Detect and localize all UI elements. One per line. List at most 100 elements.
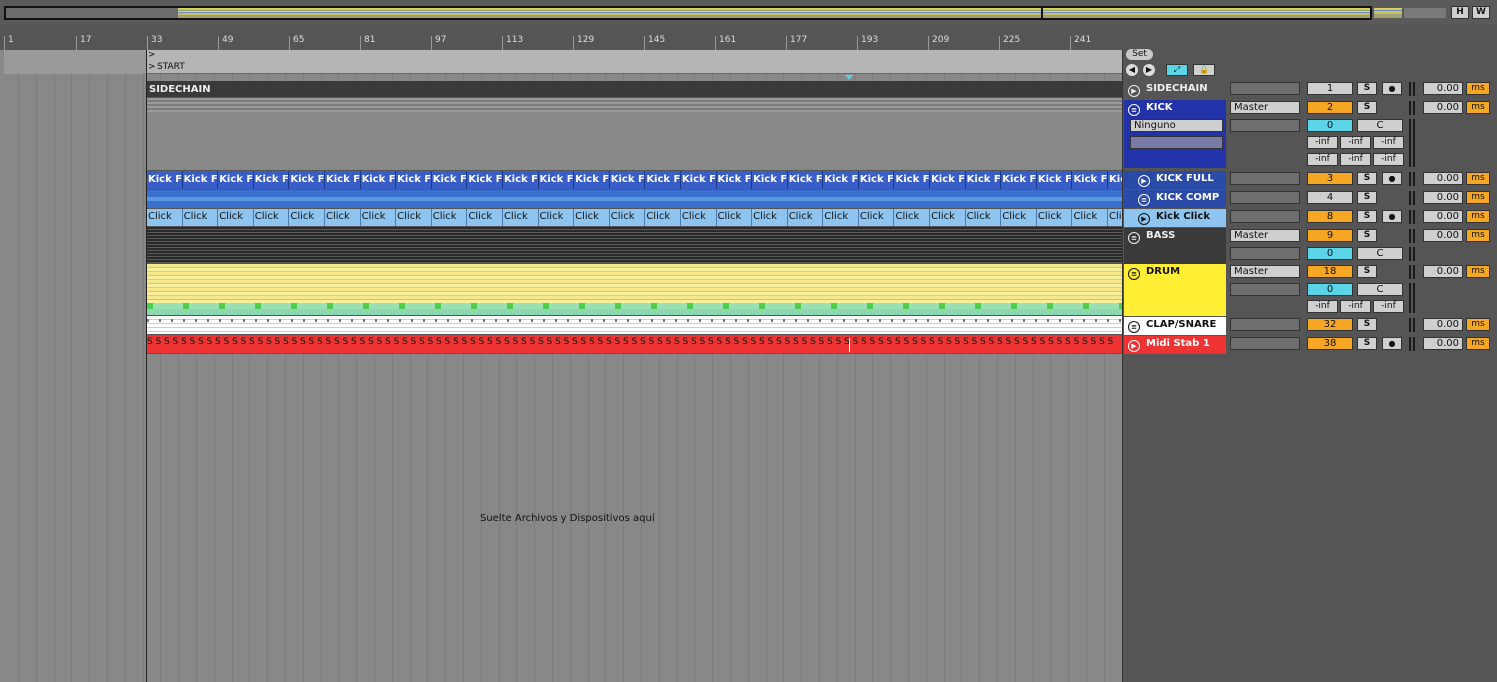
track-header-kick[interactable]: ≡ KICK: [1124, 100, 1226, 168]
click-clip[interactable]: Click: [1001, 209, 1037, 226]
midi-note[interactable]: S: [453, 337, 462, 353]
ms-unit-button[interactable]: ms: [1466, 82, 1490, 95]
track-header-midi-stab[interactable]: ▶ Midi Stab 1: [1124, 336, 1226, 354]
midi-note[interactable]: S: [980, 337, 989, 353]
group-fold-icon[interactable]: ≡: [1128, 104, 1140, 116]
midi-note[interactable]: S: [972, 337, 981, 353]
pan-center-button[interactable]: C: [1357, 283, 1403, 296]
click-clip[interactable]: Click: [432, 209, 468, 226]
track-delay-field[interactable]: 0.00: [1423, 318, 1463, 331]
midi-note[interactable]: S: [487, 337, 496, 353]
midi-note[interactable]: S: [734, 337, 743, 353]
routing-field[interactable]: [1230, 82, 1300, 95]
midi-note[interactable]: S: [955, 337, 964, 353]
kick-full-clip[interactable]: Kick Fu: [823, 171, 859, 189]
track-header-kick-full[interactable]: ▶ KICK FULL: [1124, 171, 1226, 189]
midi-note[interactable]: S: [402, 337, 411, 353]
pan-center-button[interactable]: C: [1357, 247, 1403, 260]
midi-note[interactable]: S: [258, 337, 267, 353]
midi-note[interactable]: S: [292, 337, 301, 353]
track-number[interactable]: 18: [1307, 265, 1353, 278]
midi-note[interactable]: S: [504, 337, 513, 353]
track-delay-field[interactable]: 0.00: [1423, 191, 1463, 204]
kick-full-clip[interactable]: Kick Fu: [1036, 171, 1073, 189]
track-delay-field[interactable]: 0.00: [1423, 172, 1463, 185]
track-delay-field[interactable]: 0.00: [1423, 210, 1463, 223]
track-number[interactable]: 2: [1307, 101, 1353, 114]
click-clip[interactable]: Click: [1072, 209, 1109, 226]
midi-note[interactable]: S: [810, 337, 819, 353]
solo-button[interactable]: S: [1357, 318, 1377, 331]
pan-value[interactable]: 0: [1307, 283, 1353, 296]
midi-note[interactable]: S: [708, 337, 717, 353]
midi-note[interactable]: S: [717, 337, 726, 353]
click-clip[interactable]: Click: [574, 209, 610, 226]
click-clip[interactable]: Click: [894, 209, 931, 226]
height-toggle-button[interactable]: H: [1451, 6, 1469, 19]
click-clip[interactable]: Click: [717, 209, 753, 226]
solo-button[interactable]: S: [1357, 265, 1377, 278]
midi-note[interactable]: S: [929, 337, 938, 353]
kick-full-clip[interactable]: Kick Fu: [574, 171, 610, 189]
ms-unit-button[interactable]: ms: [1466, 172, 1490, 185]
midi-note[interactable]: S: [479, 337, 488, 353]
lane-clap-snare[interactable]: [147, 316, 1122, 335]
midi-note[interactable]: S: [819, 337, 828, 353]
midi-note[interactable]: S: [300, 337, 309, 353]
track-number[interactable]: 3: [1307, 172, 1353, 185]
track-number[interactable]: 38: [1307, 337, 1353, 350]
click-clip[interactable]: Cli: [1108, 209, 1122, 226]
midi-note[interactable]: S: [861, 337, 870, 353]
kick-full-clip[interactable]: Kick Fu: [716, 171, 753, 189]
kick-full-clip[interactable]: Kick Fu: [894, 171, 931, 189]
click-clip[interactable]: Click: [681, 209, 717, 226]
routing-field[interactable]: [1230, 172, 1300, 185]
kick-full-clip[interactable]: Kick Fu: [1001, 171, 1037, 189]
solo-button[interactable]: S: [1357, 82, 1377, 95]
width-toggle-button[interactable]: W: [1472, 6, 1490, 19]
track-header-kick-click[interactable]: ▶ Kick Click: [1124, 209, 1226, 227]
midi-note[interactable]: S: [147, 337, 156, 353]
midi-note[interactable]: S: [887, 337, 896, 353]
play-icon[interactable]: ▶: [1128, 340, 1140, 352]
midi-note[interactable]: S: [768, 337, 777, 353]
ms-unit-button[interactable]: ms: [1466, 210, 1490, 223]
group-fold-icon[interactable]: ≡: [1128, 268, 1140, 280]
lane-sidechain[interactable]: SIDECHAIN: [147, 81, 1122, 98]
midi-note[interactable]: S: [649, 337, 658, 353]
midi-note[interactable]: S: [1091, 337, 1100, 353]
kick-full-clip[interactable]: Kick Fu: [787, 171, 824, 189]
routing-field[interactable]: [1230, 337, 1300, 350]
click-clip[interactable]: Click: [930, 209, 966, 226]
midi-note[interactable]: S: [521, 337, 530, 353]
kick-full-clip[interactable]: Kick Ki: [1108, 171, 1122, 189]
midi-note[interactable]: S: [1031, 337, 1040, 353]
track-number[interactable]: 8: [1307, 210, 1353, 223]
record-arm-icon[interactable]: ●: [1382, 82, 1402, 95]
midi-note[interactable]: S: [997, 337, 1006, 353]
midi-note[interactable]: S: [581, 337, 590, 353]
click-clip[interactable]: Click: [289, 209, 325, 226]
record-arm-icon[interactable]: ●: [1382, 337, 1402, 350]
track-number[interactable]: 1: [1307, 82, 1353, 95]
midi-note[interactable]: S: [275, 337, 284, 353]
kick-full-clip[interactable]: Kick Fu: [858, 171, 895, 189]
kick-full-clip[interactable]: Kick Fu: [467, 171, 503, 189]
midi-note[interactable]: S: [683, 337, 692, 353]
midi-note[interactable]: S: [1023, 337, 1032, 353]
midi-note[interactable]: S: [912, 337, 921, 353]
midi-note[interactable]: S: [156, 337, 165, 353]
midi-note[interactable]: S: [394, 337, 403, 353]
lane-drum[interactable]: [147, 264, 1122, 316]
midi-note[interactable]: S: [564, 337, 573, 353]
kick-full-clip[interactable]: Kick Fu: [609, 171, 646, 189]
midi-note[interactable]: S: [759, 337, 768, 353]
kick-full-clip[interactable]: Kick Fu: [396, 171, 432, 189]
solo-button[interactable]: S: [1357, 191, 1377, 204]
kick-full-clip[interactable]: Kick Fu: [680, 171, 717, 189]
midi-note[interactable]: S: [895, 337, 904, 353]
ms-unit-button[interactable]: ms: [1466, 229, 1490, 242]
sidechain-field[interactable]: [1230, 283, 1300, 296]
kick-full-clip[interactable]: Kick Fu: [289, 171, 325, 189]
routing-field[interactable]: [1230, 318, 1300, 331]
